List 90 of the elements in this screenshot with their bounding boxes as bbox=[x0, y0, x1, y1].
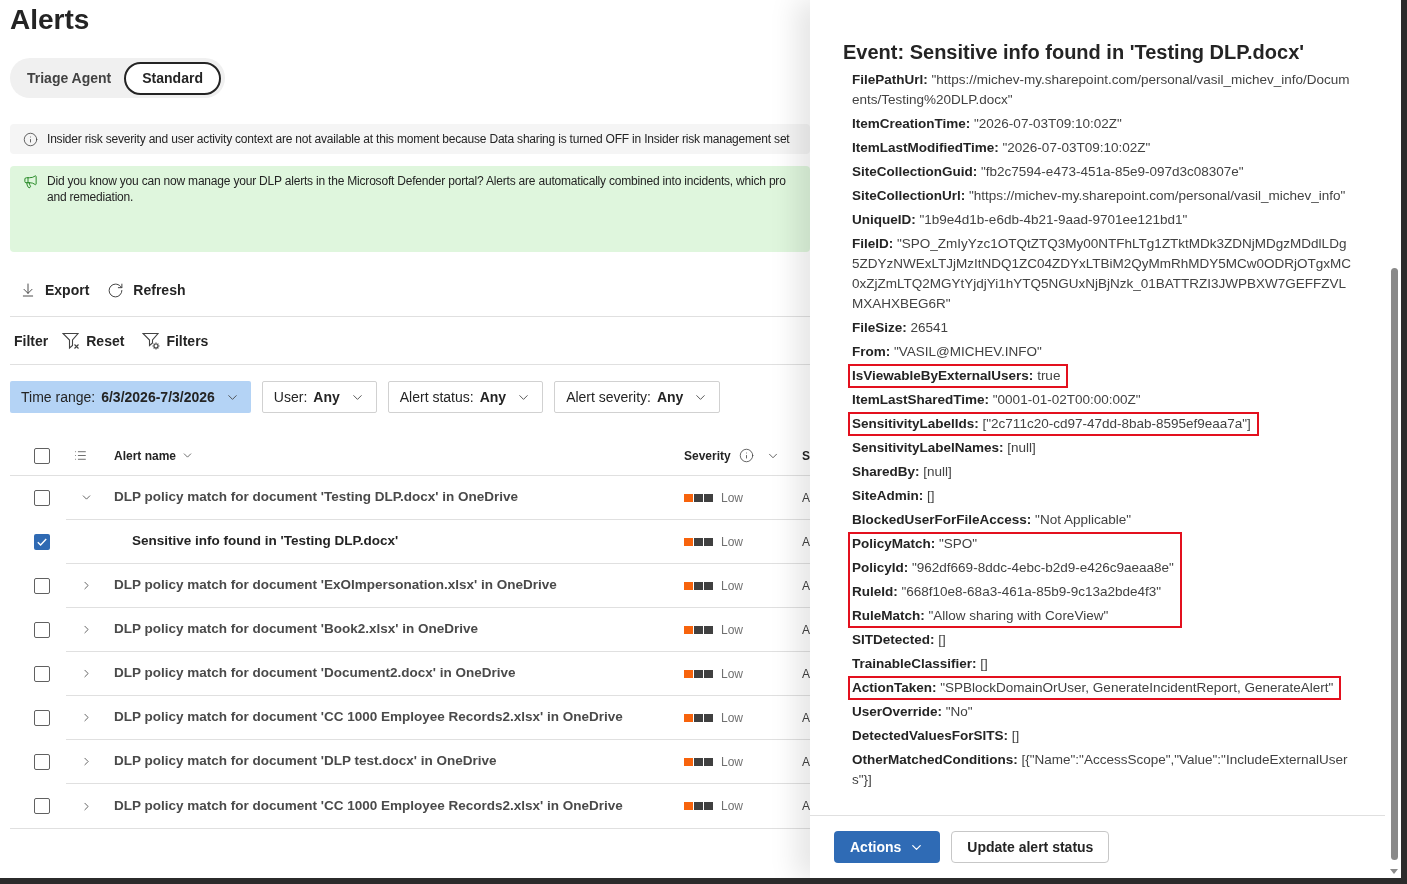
detail-field: ItemCreationTime: "2026-07-03T09:10:02Z" bbox=[852, 114, 1352, 134]
segmented-tab[interactable]: Triage Agent bbox=[14, 61, 125, 95]
checkbox[interactable] bbox=[34, 578, 50, 594]
table-cell-text: A bbox=[802, 798, 810, 815]
checkbox[interactable] bbox=[34, 534, 50, 550]
list-icon[interactable] bbox=[74, 449, 87, 462]
refresh-icon bbox=[107, 281, 125, 299]
alert-name[interactable]: Sensitive info found in 'Testing DLP.docx' bbox=[132, 531, 399, 552]
detail-field: SiteAdmin: [] bbox=[852, 486, 1352, 506]
detail-field: DetectedValuesForSITS: [] bbox=[852, 726, 1352, 746]
detail-field: SharedBy: [null] bbox=[852, 462, 1352, 482]
detail-field: FileSize: 26541 bbox=[852, 318, 1352, 338]
info-icon[interactable] bbox=[738, 448, 754, 463]
segmented-tab[interactable]: Standard bbox=[124, 61, 221, 95]
table-cell-text: A bbox=[802, 665, 810, 683]
severity-text: Low bbox=[721, 533, 743, 551]
filter-action-button[interactable]: Filters bbox=[142, 330, 209, 352]
detail-field: BlockedUserForFileAccess: "Not Applicable" bbox=[852, 510, 1352, 530]
column-header[interactable]: S bbox=[802, 446, 810, 465]
filter-settings-icon bbox=[142, 332, 161, 350]
panel-button[interactable]: Actions bbox=[834, 831, 941, 863]
checkbox[interactable] bbox=[34, 447, 50, 464]
detail-field: OtherMatchedConditions: [{"Name":"AccessScope","Value":"IncludeExternalUsers"}] bbox=[852, 750, 1352, 790]
table-cell-text: A bbox=[802, 753, 810, 771]
detail-field: SensitivityLabelIds: ["2c711c20-cd97-47dd-8bab-8595ef9eaa7a"] bbox=[852, 414, 1251, 434]
detail-field: ActionTaken: "SPBlockDomainOrUser, GenerateIncidentReport, GenerateAlert" bbox=[852, 678, 1334, 698]
detail-field: FilePathUrl: "https://michev-my.sharepoint.com/personal/vasil_michev_info/Documents/Testing%20DLP.docx" bbox=[852, 70, 1352, 110]
filter-clear-icon bbox=[62, 332, 81, 350]
checkbox[interactable] bbox=[34, 666, 50, 682]
detail-field: SITDetected: [] bbox=[852, 630, 1352, 650]
detail-field: PolicyId: "962df669-8ddc-4ebc-b2d9-e426c9aeaa8e" bbox=[852, 558, 1174, 578]
info-text: Insider risk severity and user activity context are not available at this moment because Data sharing is turned OFF in Insider risk management set bbox=[47, 131, 790, 148]
severity-text: Low bbox=[721, 621, 743, 639]
scroll-down-arrow-icon[interactable] bbox=[1390, 869, 1398, 874]
detail-field: SiteCollectionGuid: "fb2c7594-e473-451a-85e9-097d3c08307e" bbox=[852, 162, 1352, 182]
megaphone-icon bbox=[23, 174, 38, 189]
alert-name[interactable]: DLP policy match for document 'DLP test.docx' in OneDrive bbox=[114, 751, 497, 772]
checkbox[interactable] bbox=[34, 754, 50, 770]
table-cell-text: A bbox=[802, 577, 810, 595]
severity-text: Low bbox=[721, 798, 743, 815]
severity-text: Low bbox=[721, 489, 743, 507]
checkbox[interactable] bbox=[34, 622, 50, 638]
detail-field: ItemLastSharedTime: "0001-01-02T00:00:00Z" bbox=[852, 390, 1352, 410]
filter-label: Filter bbox=[14, 331, 49, 351]
alert-name[interactable]: DLP policy match for document 'Document2.docx' in OneDrive bbox=[114, 663, 516, 684]
table-cell-text: A bbox=[802, 489, 810, 507]
detail-field: UniqueID: "1b9e4d1b-e6db-4b21-9aad-9701ee121bd1" bbox=[852, 210, 1352, 230]
filter-dropdown[interactable]: User: Any bbox=[261, 381, 377, 413]
page-title: Alerts bbox=[10, 3, 91, 37]
alert-name[interactable]: DLP policy match for document 'Testing DLP.docx' in OneDrive bbox=[114, 487, 518, 508]
severity-text: Low bbox=[721, 577, 743, 595]
alert-name[interactable]: DLP policy match for document 'Book2.xlsx' in OneDrive bbox=[114, 619, 478, 640]
filter-dropdown[interactable]: Time range: 6/3/2026-7/3/2026 bbox=[10, 381, 251, 413]
filter-dropdown[interactable]: Alert severity: Any bbox=[554, 381, 721, 413]
alert-name[interactable]: DLP policy match for document 'CC 1000 Employee Records2.xlsx' in OneDrive bbox=[114, 795, 623, 817]
column-header[interactable]: Alert name bbox=[114, 446, 195, 465]
detail-field: From: "VASIL@MICHEV.INFO" bbox=[852, 342, 1352, 362]
detail-field: PolicyMatch: "SPO" bbox=[852, 534, 1174, 554]
detail-field: SiteCollectionUrl: "https://michev-my.sharepoint.com/personal/vasil_michev_info" bbox=[852, 186, 1352, 206]
filter-action-button[interactable]: Reset bbox=[62, 330, 125, 352]
checkbox[interactable] bbox=[34, 710, 50, 726]
severity-text: Low bbox=[721, 665, 743, 683]
detail-field: IsViewableByExternalUsers: true bbox=[852, 366, 1061, 386]
checkmark-icon bbox=[37, 538, 47, 546]
toolbar-button[interactable]: Refresh bbox=[107, 279, 186, 301]
filter-dropdown[interactable]: Alert status: Any bbox=[387, 381, 544, 413]
checkbox[interactable] bbox=[34, 798, 50, 814]
scrollbar-thumb[interactable] bbox=[1391, 268, 1398, 860]
table-cell-text: A bbox=[802, 533, 810, 551]
table-cell-text: A bbox=[802, 709, 810, 727]
detail-field: RuleId: "668f10e8-68a3-461a-85b9-9c13a2bde4f3" bbox=[852, 582, 1174, 602]
detail-field: TrainableClassifier: [] bbox=[852, 654, 1352, 674]
table-cell-text: A bbox=[802, 621, 810, 639]
severity-text: Low bbox=[721, 709, 743, 727]
download-icon bbox=[20, 282, 36, 298]
severity-text: Low bbox=[721, 753, 743, 771]
banner-text: Did you know you can now manage your DLP alerts in the Microsoft Defender portal? Alerts are automatically combined into incidents, which pro and remediation. bbox=[47, 173, 786, 206]
info-icon bbox=[23, 131, 38, 147]
panel-button[interactable]: Update alert status bbox=[951, 831, 1110, 863]
detail-field: UserOverride: "No" bbox=[852, 702, 1352, 722]
alert-name[interactable]: DLP policy match for document 'ExOImpersonation.xlsx' in OneDrive bbox=[114, 575, 557, 596]
toolbar-button[interactable]: Export bbox=[20, 279, 90, 301]
detail-field: SensitivityLabelNames: [null] bbox=[852, 438, 1352, 458]
detail-field: FileID: "SPO_ZmIyYzc1OTQtZTQ3My00NTFhLTg1ZTktMDk3ZDNjMDgzMDdlLDg5ZDYzNWExLTJjMzItNDQ1ZC04ZDYxLTBiM2QyMmRhMDY5MCw0ODRjOTgxMC0xZjZmLTQ2MGYtYjdjYi1hYTQ5NGUxNjBjNzk_01BATTRZI3JWPBXW7GEFFZVLMXAHXBEG6R" bbox=[852, 234, 1352, 314]
checkbox[interactable] bbox=[34, 490, 50, 506]
detail-field: ItemLastModifiedTime: "2026-07-03T09:10:02Z" bbox=[852, 138, 1352, 158]
panel-title: Event: Sensitive info found in 'Testing DLP.docx' bbox=[842, 40, 1306, 65]
column-header[interactable]: Severity bbox=[684, 446, 731, 465]
detail-field: RuleMatch: "Allow sharing with CoreView" bbox=[852, 606, 1174, 626]
alert-name[interactable]: DLP policy match for document 'CC 1000 Employee Records2.xlsx' in OneDrive bbox=[114, 707, 623, 728]
